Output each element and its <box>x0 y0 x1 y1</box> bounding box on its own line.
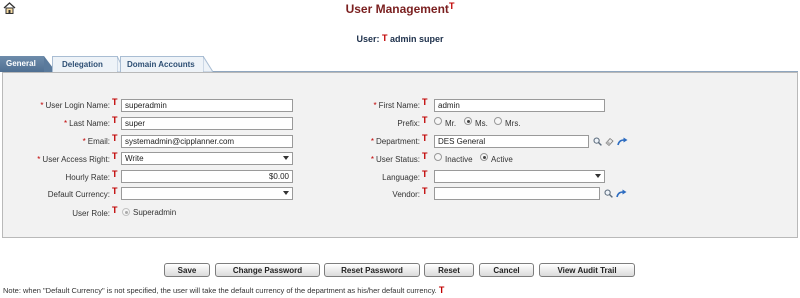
tab-domain-accounts[interactable]: Domain Accounts <box>120 56 204 72</box>
translate-marker[interactable]: T <box>422 187 428 196</box>
reset-password-button[interactable]: Reset Password <box>324 263 420 277</box>
prefix-ms-label: Ms. <box>475 119 488 128</box>
save-button[interactable]: Save <box>164 263 210 277</box>
current-user-name: admin super <box>390 34 444 44</box>
email-label: * Email: <box>82 137 110 146</box>
prefix-mr-label: Mr. <box>445 119 457 128</box>
vendor-label: Vendor: <box>392 190 420 199</box>
prefix-mrs-radio[interactable] <box>494 117 502 125</box>
translate-marker[interactable]: T <box>112 206 118 215</box>
status-active-radio[interactable] <box>480 153 488 161</box>
translate-marker[interactable]: T <box>382 33 388 43</box>
prefix-label: Prefix: <box>397 119 420 128</box>
translate-marker[interactable]: T <box>112 170 118 179</box>
change-password-button[interactable]: Change Password <box>215 263 320 277</box>
language-select[interactable] <box>434 170 605 183</box>
cancel-button[interactable]: Cancel <box>479 263 534 277</box>
status-active-label: Active <box>491 155 513 164</box>
eraser-icon[interactable] <box>605 137 614 146</box>
last-name-label: * Last Name: <box>63 119 110 128</box>
translate-marker[interactable]: T <box>422 170 428 179</box>
reset-button[interactable]: Reset <box>424 263 474 277</box>
translate-marker[interactable]: T <box>112 152 118 161</box>
prefix-ms-radio[interactable] <box>464 117 472 125</box>
hourly-rate-label: Hourly Rate: <box>65 173 110 182</box>
user-status-label: * User Status: <box>370 155 420 164</box>
tab-general[interactable]: General <box>0 56 44 72</box>
chevron-down-icon <box>283 191 289 195</box>
view-audit-trail-button[interactable]: View Audit Trail <box>539 263 635 277</box>
tab-delegation[interactable]: Delegation <box>52 56 118 72</box>
chevron-down-icon <box>283 156 289 160</box>
vendor-input[interactable] <box>434 187 600 200</box>
translate-marker[interactable]: T <box>422 152 428 161</box>
user-role-label: User Role: <box>72 209 110 218</box>
link-arrow-icon[interactable] <box>616 189 627 198</box>
search-icon[interactable] <box>604 189 613 198</box>
chevron-down-icon <box>595 174 601 178</box>
user-role-option: Superadmin <box>133 208 177 217</box>
default-currency-label: Default Currency: <box>47 190 110 199</box>
translate-marker[interactable]: T <box>112 134 118 143</box>
page-title: User ManagementT <box>345 1 455 17</box>
current-user: User: T admin super <box>356 33 444 45</box>
translate-marker[interactable]: T <box>422 116 428 125</box>
language-label: Language: <box>382 173 420 182</box>
access-right-select[interactable]: Write <box>121 152 293 165</box>
search-icon[interactable] <box>593 137 602 146</box>
translate-marker[interactable]: T <box>112 187 118 196</box>
translate-marker[interactable]: T <box>422 134 428 143</box>
department-label: * Department: <box>370 137 420 146</box>
translate-marker[interactable]: T <box>112 116 118 125</box>
login-name-input[interactable] <box>121 99 293 112</box>
tab-bar: General Delegation Domain Accounts <box>0 56 800 72</box>
first-name-label: * First Name: <box>373 101 420 110</box>
hourly-rate-input[interactable] <box>121 170 293 183</box>
first-name-input[interactable] <box>434 99 605 112</box>
user-role-radio <box>122 208 130 216</box>
access-right-label: * User Access Right: <box>37 155 110 164</box>
status-inactive-label: Inactive <box>445 155 473 164</box>
status-inactive-radio[interactable] <box>434 153 442 161</box>
department-input[interactable] <box>434 135 589 148</box>
login-name-label: * User Login Name: <box>40 101 110 110</box>
link-arrow-icon[interactable] <box>617 137 628 146</box>
translate-marker[interactable]: T <box>112 98 118 107</box>
prefix-mrs-label: Mrs. <box>505 119 521 128</box>
tab-corner <box>203 56 213 72</box>
last-name-input[interactable] <box>121 117 293 130</box>
prefix-mr-radio[interactable] <box>434 117 442 125</box>
translate-marker[interactable]: T <box>422 98 428 107</box>
translate-marker[interactable]: T <box>439 285 445 295</box>
translate-marker[interactable]: T <box>449 1 455 11</box>
default-currency-select[interactable] <box>121 187 293 200</box>
currency-note: Note: when "Default Currency" is not spe… <box>3 285 445 296</box>
email-input[interactable] <box>121 135 293 148</box>
